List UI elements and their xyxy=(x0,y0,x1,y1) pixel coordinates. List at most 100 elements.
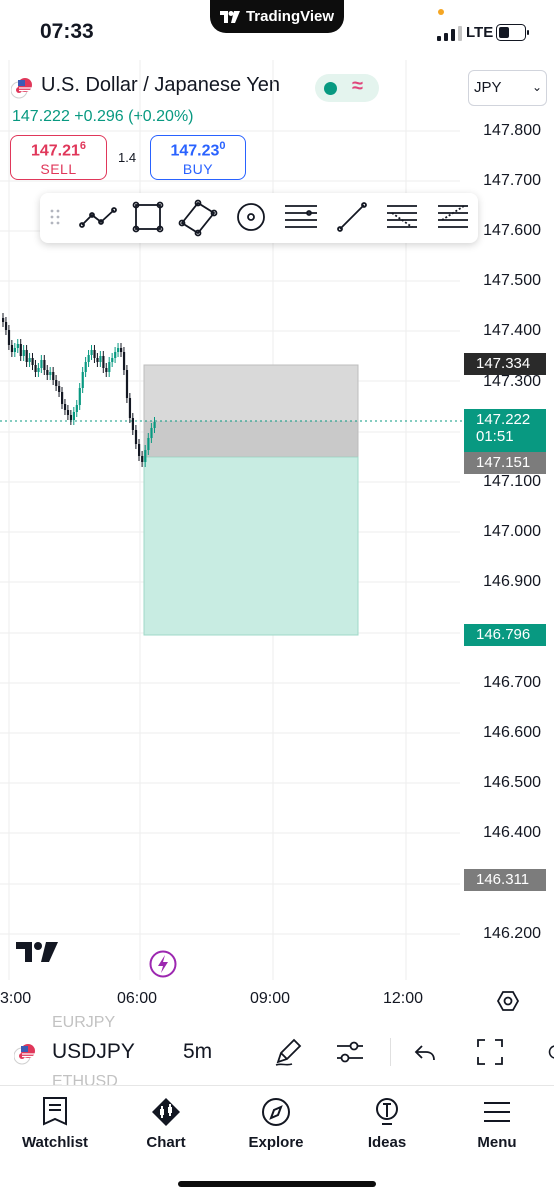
symbol-ghost-next: ETHUSD xyxy=(52,1073,118,1090)
price-axis-label: 146.700 xyxy=(483,674,541,691)
candle-body xyxy=(7,330,11,345)
candle-body xyxy=(55,380,58,386)
time-axis-label: 09:00 xyxy=(250,990,291,1007)
candle-body xyxy=(93,350,96,358)
nav-explore-label: Explore xyxy=(248,1134,304,1151)
app-banner: TradingView xyxy=(210,0,344,33)
candle-body xyxy=(117,348,120,352)
time-axis-label: 12:00 xyxy=(383,990,424,1007)
undo-icon[interactable] xyxy=(410,1036,442,1068)
candle-body xyxy=(13,348,16,352)
signal-icon xyxy=(437,26,462,41)
price-axis-label: 147.800 xyxy=(483,122,541,139)
candle-body xyxy=(87,355,90,362)
current-price-tag: 147.222 01:51 xyxy=(464,409,546,452)
candle-body xyxy=(16,344,19,348)
indicators-icon[interactable] xyxy=(334,1036,366,1068)
horizontal-lines-icon[interactable] xyxy=(285,205,317,228)
network-type: LTE xyxy=(466,24,494,41)
low-marker-tag[interactable]: 146.311 xyxy=(464,869,546,891)
nav-watchlist[interactable]: Watchlist xyxy=(10,1096,100,1151)
rectangle-icon[interactable] xyxy=(132,201,164,233)
price-axis-label: 147.400 xyxy=(483,322,541,339)
candle-body xyxy=(150,428,153,438)
drawing-toolbar xyxy=(40,193,478,243)
take-profit-zone[interactable] xyxy=(143,456,359,636)
nav-menu-label: Menu xyxy=(477,1134,517,1151)
candle-body xyxy=(22,350,25,356)
take-profit-tag[interactable]: 146.796 xyxy=(464,624,546,646)
watchlist-icon xyxy=(43,1097,67,1126)
tradingview-logo-icon xyxy=(16,942,58,962)
candle-body xyxy=(78,388,81,405)
price-axis-label: 146.200 xyxy=(483,925,541,942)
fib-retracement-icon[interactable] xyxy=(387,205,417,228)
toolbar-divider xyxy=(390,1038,391,1066)
price-axis-label: 147.700 xyxy=(483,172,541,189)
clock: 07:33 xyxy=(40,20,94,43)
candle-body xyxy=(72,412,75,420)
candle-body xyxy=(99,356,102,362)
fullscreen-icon[interactable] xyxy=(474,1036,506,1068)
candle-body xyxy=(84,362,87,372)
chart-settings-icon[interactable] xyxy=(496,989,520,1013)
stop-loss-tag[interactable]: 147.334 xyxy=(464,353,546,375)
line-icon[interactable] xyxy=(337,202,367,232)
camera-indicator-icon xyxy=(438,9,444,15)
interval-selector[interactable]: 5m xyxy=(183,1040,212,1064)
candle-body xyxy=(31,358,34,365)
usd-jpy-flag-icon xyxy=(14,1044,35,1065)
candle-body xyxy=(144,450,147,462)
circle-icon[interactable] xyxy=(237,203,265,231)
candle-body xyxy=(28,358,31,362)
candle-body xyxy=(153,422,156,428)
compass-icon xyxy=(262,1098,290,1126)
price-axis-label: 146.500 xyxy=(483,774,541,791)
pen-icon[interactable] xyxy=(272,1036,304,1068)
candle-body xyxy=(46,370,49,375)
price-axis-label: 147.100 xyxy=(483,473,541,490)
price-axis-label: 147.000 xyxy=(483,523,541,540)
candle-body xyxy=(4,322,8,330)
lightbulb-icon xyxy=(376,1098,398,1125)
candle-body xyxy=(69,415,73,420)
pitchfork-lines-icon[interactable] xyxy=(438,205,468,228)
symbol-selector[interactable]: USDJPY xyxy=(52,1040,135,1064)
time-axis-label: 06:00 xyxy=(117,990,158,1007)
candle-body xyxy=(52,372,55,380)
nav-explore[interactable]: Explore xyxy=(231,1096,321,1151)
candle-body xyxy=(125,370,129,398)
candle-body xyxy=(131,418,134,430)
candle-body xyxy=(66,410,70,415)
nav-chart-label: Chart xyxy=(146,1134,186,1151)
candle-countdown: 01:51 xyxy=(476,428,514,445)
candle-body xyxy=(25,350,28,362)
nav-ideas[interactable]: Ideas xyxy=(342,1096,432,1151)
candle-body xyxy=(128,398,132,418)
rotated-rectangle-icon[interactable] xyxy=(178,199,218,237)
drag-handle-icon[interactable] xyxy=(50,209,60,225)
candle-body xyxy=(63,404,67,410)
nav-menu[interactable]: Menu xyxy=(452,1096,542,1151)
price-axis-label: 147.600 xyxy=(483,222,541,239)
trend-lines-icon[interactable] xyxy=(79,207,117,228)
nav-watchlist-label: Watchlist xyxy=(21,1134,89,1151)
candle-body xyxy=(114,352,117,358)
battery-icon xyxy=(496,24,529,41)
candle-body xyxy=(40,360,43,368)
lightning-icon[interactable] xyxy=(149,950,177,978)
candle-body xyxy=(102,356,105,368)
candle-body xyxy=(61,392,64,404)
candle-body xyxy=(37,368,40,372)
candle-body xyxy=(105,368,108,372)
candle-body xyxy=(120,348,123,352)
candle-body xyxy=(19,344,22,356)
entry-price-tag[interactable]: 147.151 xyxy=(464,452,546,474)
more-tools-icon[interactable] xyxy=(544,1042,554,1062)
candle-body xyxy=(141,456,144,462)
nav-chart[interactable]: Chart xyxy=(121,1096,211,1151)
candle-body xyxy=(34,365,37,372)
nav-separator xyxy=(0,1085,554,1086)
candle-body xyxy=(90,350,93,355)
home-indicator xyxy=(178,1181,376,1187)
